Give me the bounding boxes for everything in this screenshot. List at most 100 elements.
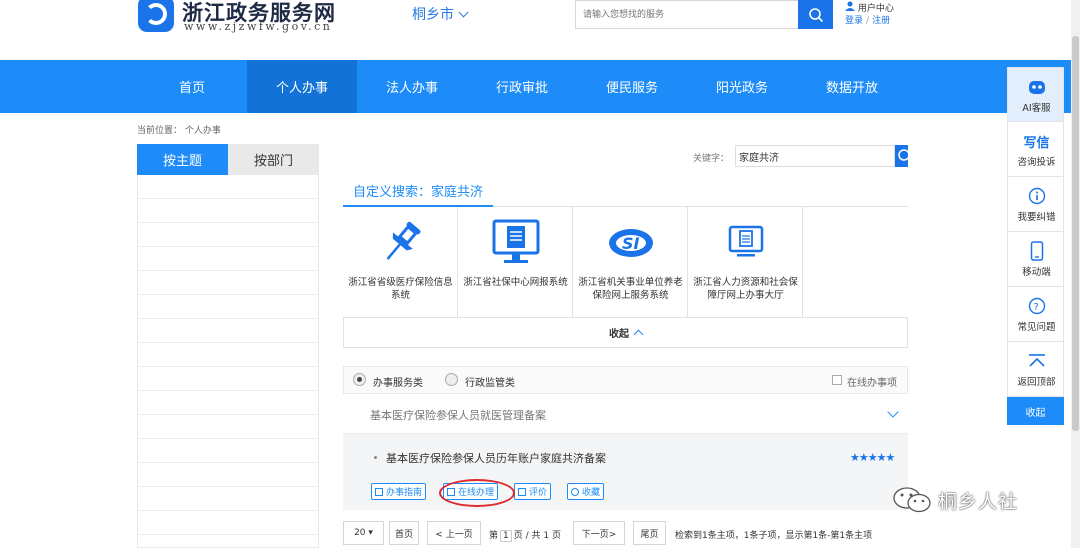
- breadcrumb: 当前位置： 个人办事: [137, 126, 221, 136]
- system-card[interactable]: 浙江省省级医疗保险信息系统: [343, 207, 458, 317]
- list-item[interactable]: [138, 223, 318, 247]
- mobile-label: 移动端: [1022, 267, 1051, 278]
- watermark: 桐乡人社: [892, 484, 1018, 516]
- complaint-button[interactable]: 写信 咨询投诉: [1007, 122, 1064, 177]
- system-card[interactable]: SI 浙江省机关事业单位养老保险网上服务系统: [573, 207, 688, 317]
- tab-by-topic[interactable]: 按主题: [137, 144, 228, 175]
- list-item[interactable]: [138, 271, 318, 295]
- login-link[interactable]: 登录: [845, 16, 863, 26]
- service-item: 基本医疗保险参保人员历年账户家庭共济备案 ★★★★★ 办事指南 在线办理 评价 …: [343, 434, 908, 510]
- search-button[interactable]: [798, 0, 833, 29]
- system-card-label: 浙江省省级医疗保险信息系统: [348, 277, 453, 301]
- next-page-button[interactable]: 下一页>: [573, 521, 625, 545]
- site-header: 浙江政务服务网 www.zjzwfw.gov.cn 桐乡市 用户中心 登录/: [0, 0, 1080, 60]
- favorite-button[interactable]: 收藏: [567, 483, 605, 500]
- system-card-label: 浙江省社保中心网报系统: [463, 277, 568, 288]
- mobile-button[interactable]: 移动端: [1007, 232, 1064, 287]
- nav-item-home[interactable]: 首页: [137, 60, 247, 113]
- complaint-label: 咨询投诉: [1017, 157, 1056, 168]
- list-item[interactable]: [138, 463, 318, 487]
- guide-icon: [375, 487, 383, 496]
- question-icon: ?: [1008, 295, 1065, 317]
- service-item-title[interactable]: 基本医疗保险参保人员历年账户家庭共济备案: [386, 450, 606, 466]
- page-number-input[interactable]: 1: [500, 530, 512, 542]
- list-item[interactable]: [138, 247, 318, 271]
- prev-page-button[interactable]: < 上一页: [427, 521, 481, 545]
- page-size-value: 20: [354, 528, 366, 538]
- pagination: 20 ▾ 首页 < 上一页 第1页 / 共 1 页 下一页> 尾页 检索到1条主…: [343, 521, 908, 548]
- list-item[interactable]: [138, 391, 318, 415]
- guide-button-label: 办事指南: [386, 488, 423, 498]
- collapse-systems-button[interactable]: 收起: [343, 317, 908, 348]
- list-item[interactable]: [138, 415, 318, 439]
- svg-text:?: ?: [1033, 302, 1038, 313]
- monitor-document-icon: [458, 217, 573, 269]
- report-error-label: 我要纠错: [1017, 212, 1056, 223]
- robot-icon: [1008, 76, 1065, 98]
- ai-service-button[interactable]: AI客服: [1007, 67, 1064, 122]
- info-icon: [1008, 185, 1065, 207]
- screen-document-icon: [688, 217, 803, 269]
- nav-item-admin-approval[interactable]: 行政审批: [467, 60, 577, 113]
- rate-icon: [518, 487, 526, 496]
- collapse-bar-button[interactable]: 收起: [1007, 397, 1064, 425]
- online-only-checkbox[interactable]: [832, 375, 842, 385]
- page-indicator: 第1页 / 共 1 页: [489, 528, 561, 542]
- social-insurance-logo-icon: SI: [573, 217, 688, 269]
- system-card[interactable]: 浙江省社保中心网报系统: [458, 207, 573, 317]
- list-item[interactable]: [138, 487, 318, 511]
- scrollbar-thumb[interactable]: [1072, 36, 1079, 431]
- right-float-bar: AI客服 写信 咨询投诉 我要纠错 移动端 ? 常见问题 返回顶部 收起: [1007, 67, 1064, 425]
- chevron-up-icon: [633, 329, 644, 340]
- category-label: 基本医疗保险参保人员就医管理备案: [370, 409, 546, 422]
- city-selector[interactable]: 桐乡市: [412, 4, 469, 24]
- system-card[interactable]: 浙江省人力资源和社会保障厅网上办事大厅: [688, 207, 803, 317]
- radio-supervision[interactable]: [445, 373, 458, 386]
- caret-down-icon: ▾: [368, 528, 373, 538]
- faq-button[interactable]: ? 常见问题: [1007, 287, 1064, 342]
- write-letter-icon: 写信: [1023, 135, 1050, 151]
- city-name: 桐乡市: [412, 7, 454, 23]
- last-page-button[interactable]: 尾页: [633, 521, 666, 545]
- keyword-field: [735, 145, 895, 167]
- first-page-button[interactable]: 首页: [389, 521, 419, 545]
- bullet-icon: [374, 456, 377, 459]
- guide-button[interactable]: 办事指南: [371, 483, 427, 500]
- radio-service-label: 办事服务类: [373, 378, 423, 389]
- back-to-top-icon: [1008, 350, 1065, 372]
- list-item[interactable]: [138, 295, 318, 319]
- list-item[interactable]: [138, 175, 318, 199]
- user-icon: [845, 1, 855, 11]
- list-item[interactable]: [138, 343, 318, 367]
- report-error-button[interactable]: 我要纠错: [1007, 177, 1064, 232]
- search-input[interactable]: [576, 1, 800, 28]
- keyword-search-button[interactable]: [895, 145, 908, 167]
- radio-service[interactable]: [353, 373, 366, 386]
- nav-item-convenience[interactable]: 便民服务: [577, 60, 687, 113]
- nav-item-legal-person[interactable]: 法人办事: [357, 60, 467, 113]
- rate-button[interactable]: 评价: [514, 483, 552, 500]
- user-center-link[interactable]: 用户中心: [845, 1, 894, 15]
- page-scrollbar[interactable]: [1071, 0, 1080, 548]
- keyword-input[interactable]: [736, 146, 894, 166]
- nav-item-sunshine-gov[interactable]: 阳光政务: [687, 60, 797, 113]
- mobile-phone-icon: [1008, 240, 1065, 262]
- register-link[interactable]: 注册: [872, 16, 890, 26]
- nav-item-personal[interactable]: 个人办事: [247, 60, 357, 113]
- site-logo-icon[interactable]: [138, 0, 174, 32]
- category-row[interactable]: 基本医疗保险参保人员就医管理备案: [343, 394, 908, 434]
- list-item[interactable]: [138, 511, 318, 535]
- list-item[interactable]: [138, 319, 318, 343]
- list-item[interactable]: [138, 439, 318, 463]
- left-tabs: 按主题 按部门: [137, 144, 319, 175]
- list-item[interactable]: [138, 199, 318, 223]
- nav-item-open-data[interactable]: 数据开放: [797, 60, 907, 113]
- pushpin-icon: [343, 217, 458, 269]
- list-item[interactable]: [138, 367, 318, 391]
- tab-by-department[interactable]: 按部门: [228, 144, 319, 175]
- system-card-label: 浙江省机关事业单位养老保险网上服务系统: [578, 277, 683, 301]
- page-size-select[interactable]: 20 ▾: [343, 521, 384, 545]
- back-to-top-button[interactable]: 返回顶部: [1007, 342, 1064, 397]
- rate-button-label: 评价: [529, 488, 548, 498]
- radio-supervision-label: 行政监管类: [465, 378, 515, 389]
